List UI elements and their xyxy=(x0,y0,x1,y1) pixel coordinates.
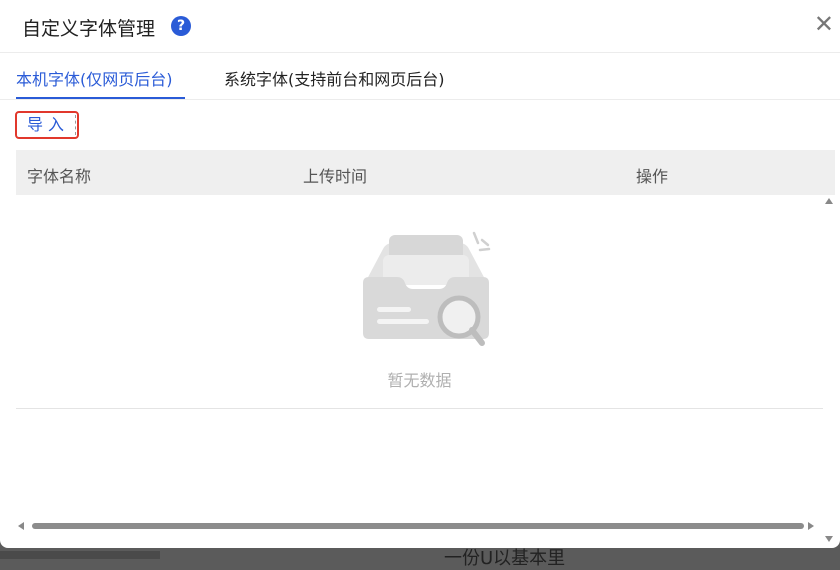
import-highlight: 导入 xyxy=(15,111,79,139)
column-header-actions: 操作 xyxy=(636,167,669,186)
empty-state-text: 暂无数据 xyxy=(387,371,452,390)
table-header: 字体名称 上传时间 操作 xyxy=(16,150,835,195)
scroll-left-arrow-icon[interactable] xyxy=(18,522,24,530)
dialog-title: 自定义字体管理 xyxy=(22,18,156,40)
custom-font-dialog: 自定义字体管理 ? ✕ 本机字体(仅网页后台) 系统字体(支持前台和网页后台) … xyxy=(0,0,840,548)
scroll-down-arrow-icon[interactable] xyxy=(825,536,833,542)
tab-local-fonts[interactable]: 本机字体(仅网页后台) xyxy=(16,66,173,90)
horizontal-scrollbar[interactable] xyxy=(18,521,815,531)
scroll-up-arrow-icon[interactable] xyxy=(825,198,833,204)
column-header-font-name: 字体名称 xyxy=(27,167,92,186)
scroll-right-arrow-icon[interactable] xyxy=(808,522,814,530)
background-page-bar xyxy=(0,551,160,559)
active-tab-indicator xyxy=(16,97,185,99)
close-icon[interactable]: ✕ xyxy=(814,12,834,36)
import-button[interactable]: 导入 xyxy=(21,115,76,135)
horizontal-scrollbar-thumb[interactable] xyxy=(32,523,804,529)
font-tabs: 本机字体(仅网页后台) 系统字体(支持前台和网页后台) xyxy=(0,52,840,100)
empty-inbox-search-icon xyxy=(363,231,491,346)
dialog-header: 自定义字体管理 ? ✕ xyxy=(0,0,840,53)
question-circle-icon[interactable]: ? xyxy=(171,16,191,36)
tab-system-fonts[interactable]: 系统字体(支持前台和网页后台) xyxy=(224,66,445,90)
column-header-upload-time: 上传时间 xyxy=(303,167,368,186)
empty-state: 暂无数据 xyxy=(16,195,823,409)
